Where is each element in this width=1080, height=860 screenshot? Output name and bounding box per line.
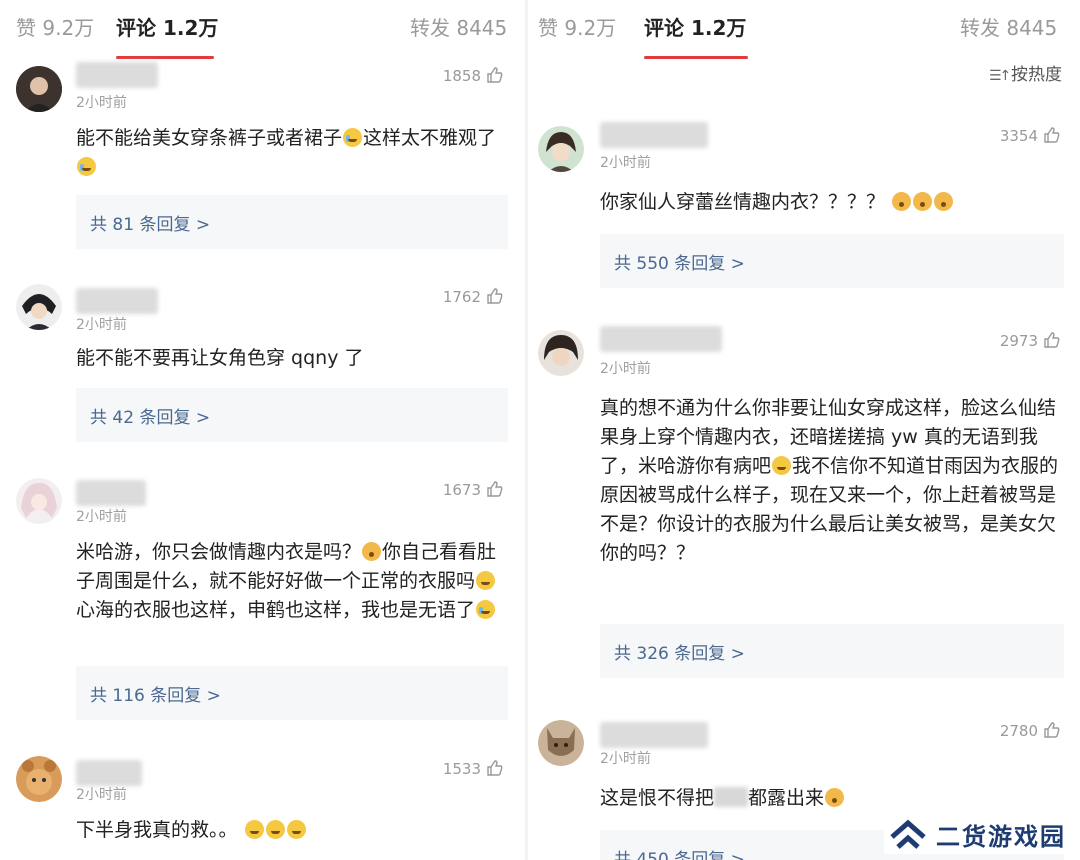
comment-time: 2小时前 [76, 95, 127, 111]
tab-comments[interactable]: 评论 1.2万 [644, 12, 746, 41]
comment-time: 2小时前 [76, 509, 127, 525]
tab-bar: 赞 9.2万 评论 1.2万 转发 8445 [528, 0, 1080, 59]
like-count: 1858 [442, 67, 481, 85]
active-tab-indicator [116, 56, 214, 59]
like-button[interactable]: 2780 [1000, 722, 1060, 740]
thumb-up-icon [487, 760, 503, 776]
like-button[interactable]: 1762 [443, 288, 503, 306]
grin-emoji-icon [286, 820, 306, 839]
like-button[interactable]: 1533 [443, 760, 503, 778]
shocked-emoji-icon [362, 542, 382, 561]
thumb-up-icon [1044, 332, 1060, 348]
comment-text: 下半身我真的救。。 [76, 816, 506, 845]
surprised-emoji-icon [934, 192, 954, 211]
like-count: 2973 [999, 332, 1038, 350]
username-blurred[interactable] [76, 480, 146, 506]
comment-text: 这是恨不得把 都露出来 [600, 784, 1062, 813]
comment-text: 能不能给美女穿条裤子或者裙子 这样太不雅观了 [76, 124, 506, 182]
user-avatar[interactable] [16, 284, 62, 330]
comment-text: 你家仙人穿蕾丝情趣内衣？？？？ [600, 188, 1066, 217]
comment-time: 2小时前 [76, 317, 127, 333]
like-button[interactable]: 1858 [443, 67, 503, 85]
like-count: 1762 [442, 288, 481, 306]
sweat-smile-emoji-icon [476, 571, 496, 590]
sort-icon: ☰↑ [989, 68, 1011, 84]
thumb-up-icon [487, 481, 503, 497]
user-avatar[interactable] [16, 66, 62, 112]
username-blurred[interactable] [600, 122, 708, 148]
view-replies-button[interactable]: 共 550 条回复 > [600, 234, 1064, 288]
view-replies-button[interactable]: 共 42 条回复 > [76, 388, 508, 442]
user-avatar[interactable] [538, 720, 584, 766]
comment-time: 2小时前 [600, 155, 651, 171]
username-blurred[interactable] [600, 722, 708, 748]
comment-text: 能不能不要再让女角色穿 qqny 了 [76, 347, 364, 369]
user-avatar[interactable] [538, 126, 584, 172]
comment-text: 米哈游，你只会做情趣内衣是吗？ 你自己看看肚子周围是什么，就不能好好做一个正常的衣… [76, 541, 497, 621]
thumb-up-icon [1044, 722, 1060, 738]
tab-comments[interactable]: 评论 1.2万 [116, 12, 218, 41]
tab-shares[interactable]: 转发 8445 [410, 12, 507, 41]
censored-word [714, 787, 749, 807]
thumb-up-icon [487, 67, 503, 83]
surprised-emoji-icon [913, 192, 933, 211]
site-watermark: 二货游戏园 [884, 814, 1070, 854]
like-count: 2780 [999, 722, 1038, 740]
comment-text: 真的想不通为什么你非要让仙女穿成这样，脸这么仙结果身上穿个情趣内衣，还暗搓搓搞 … [600, 397, 1059, 564]
thumb-up-icon [487, 288, 503, 304]
grin-emoji-icon [244, 820, 264, 839]
username-blurred[interactable] [76, 288, 158, 314]
like-count: 3354 [999, 127, 1038, 145]
tab-shares[interactable]: 转发 8445 [960, 12, 1057, 41]
user-avatar[interactable] [538, 330, 584, 376]
active-tab-indicator [644, 56, 748, 59]
smile-emoji-icon [772, 456, 792, 475]
crying-emoji-icon [343, 128, 363, 147]
left-comment-panel: 赞 9.2万 评论 1.2万 转发 8445 2小时前 1858 能不能给美女穿… [0, 0, 525, 860]
tab-bar: 赞 9.2万 评论 1.2万 转发 8445 [0, 0, 525, 59]
scared-emoji-icon [825, 788, 845, 807]
view-replies-button[interactable]: 共 81 条回复 > [76, 195, 508, 249]
crying-emoji-icon [476, 600, 496, 619]
like-button[interactable]: 3354 [1000, 127, 1060, 145]
right-comment-panel: 赞 9.2万 评论 1.2万 转发 8445 ☰↑ 按热度 2小时前 3354 你… [528, 0, 1080, 860]
username-blurred[interactable] [76, 760, 142, 786]
comment-time: 2小时前 [76, 787, 127, 803]
comment-time: 2小时前 [600, 751, 651, 767]
sort-by-hot-button[interactable]: ☰↑ 按热度 [989, 60, 1062, 85]
view-replies-button[interactable]: 共 116 条回复 > [76, 666, 508, 720]
username-blurred[interactable] [76, 62, 158, 88]
like-count: 1673 [442, 481, 481, 499]
like-button[interactable]: 2973 [1000, 332, 1060, 350]
view-replies-button[interactable]: 共 326 条回复 > [600, 624, 1064, 678]
like-count: 1533 [442, 760, 481, 778]
grin-emoji-icon [265, 820, 285, 839]
surprised-emoji-icon [892, 192, 912, 211]
comment-time: 2小时前 [600, 361, 651, 377]
tab-likes[interactable]: 赞 9.2万 [538, 12, 616, 41]
user-avatar[interactable] [16, 756, 62, 802]
like-button[interactable]: 1673 [443, 481, 503, 499]
chevron-logo-icon [890, 819, 926, 849]
tab-likes[interactable]: 赞 9.2万 [16, 12, 94, 41]
thumb-up-icon [1044, 127, 1060, 143]
username-blurred[interactable] [600, 326, 722, 352]
user-avatar[interactable] [16, 478, 62, 524]
crying-emoji-icon [77, 157, 96, 176]
